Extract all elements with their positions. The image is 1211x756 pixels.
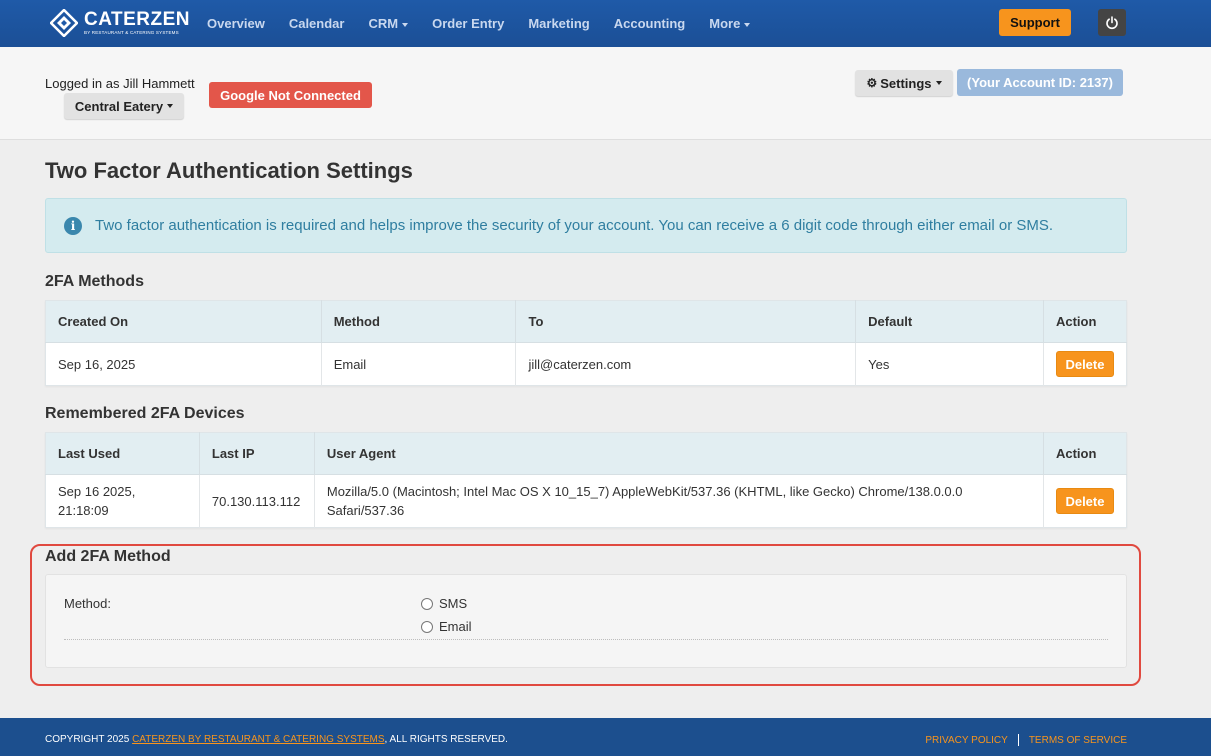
brand-subtitle: BY RESTAURANT & CATERING SYSTEMS [84,30,179,35]
sms-radio[interactable] [421,597,433,610]
nav-marketing[interactable]: Marketing [516,16,601,31]
column-header: Last IP [199,432,315,475]
power-icon [1106,15,1118,29]
logo-diamond-icon [50,9,78,37]
column-header: Default [855,300,1044,343]
nav-accounting-label: Accounting [613,16,686,31]
column-header: Action [1043,432,1127,475]
nav-calendar[interactable]: Calendar [277,16,357,31]
devices-table: Last Used Last IP User Agent Action Sep … [45,432,1127,528]
nav-overview-label: Overview [207,16,265,31]
footer-links: PRIVACY POLICY TERMS OF SERVICE [925,734,1127,746]
nav-more[interactable]: More [697,16,762,31]
column-header: Action [1043,300,1127,343]
company-link[interactable]: CATERZEN BY RESTAURANT & CATERING SYSTEM… [132,734,384,745]
gear-icon: ⚙ [866,76,878,90]
caret-down-icon [744,22,751,27]
top-navbar: CATERZEN BY RESTAURANT & CATERING SYSTEM… [0,0,1211,47]
column-header: To [515,300,857,343]
sms-label: SMS [439,596,468,611]
account-header: Logged in as Jill Hammett Central Eatery… [0,47,1211,140]
logout-button[interactable] [1098,9,1126,36]
table-row: Sep 16 2025, 21:18:09 70.130.113.112 Moz… [45,474,1127,528]
privacy-policy-link[interactable]: PRIVACY POLICY [925,735,1007,746]
copyright: COPYRIGHT 2025 CATERZEN BY RESTAURANT & … [45,734,508,745]
nav-calendar-label: Calendar [288,16,345,31]
restaurant-dropdown[interactable]: Central Eatery [64,93,184,119]
brand-name: CATERZEN [84,9,191,30]
default-cell: Yes [855,342,1044,386]
delete-method-button[interactable]: Delete [1055,351,1114,377]
delete-device-button[interactable]: Delete [1055,488,1114,514]
footer: COPYRIGHT 2025 CATERZEN BY RESTAURANT & … [0,718,1211,756]
table-header-row: Created On Method To Default Action [45,300,1127,343]
copyright-suffix: , ALL RIGHTS RESERVED. [384,734,508,745]
last-used-cell: Sep 16 2025, 21:18:09 [45,474,200,528]
add-method-title: Add 2FA Method [45,548,171,565]
nav-order-entry[interactable]: Order Entry [420,16,516,31]
column-header: User Agent [314,432,1044,475]
caret-down-icon [167,104,174,108]
settings-dropdown[interactable]: ⚙ Settings [855,70,953,96]
email-option[interactable]: Email [421,619,472,634]
sms-option[interactable]: SMS [421,596,467,611]
email-radio[interactable] [421,620,433,633]
google-connect-button[interactable]: Google Not Connected [209,82,372,108]
form-divider [64,639,1108,640]
nav-more-label: More [709,16,741,31]
main-nav: Overview Calendar CRM Order Entry Market… [195,0,762,47]
last-ip-cell: 70.130.113.112 [199,474,315,528]
table-row: Sep 16, 2025 Email jill@caterzen.com Yes… [45,342,1127,386]
action-cell: Delete [1043,475,1126,528]
column-header: Created On [45,300,322,343]
nav-accounting[interactable]: Accounting [602,16,698,31]
method-cell: Email [321,342,517,386]
nav-order-entry-label: Order Entry [432,16,505,31]
column-header: Last Used [45,432,200,475]
info-alert: i Two factor authentication is required … [45,198,1127,253]
method-label: Method: [64,596,111,611]
nav-crm[interactable]: CRM [356,16,420,31]
copyright-prefix: COPYRIGHT 2025 [45,734,133,745]
settings-label: Settings [880,75,932,91]
nav-overview[interactable]: Overview [195,16,277,31]
email-label: Email [439,619,472,634]
terms-of-service-link[interactable]: TERMS OF SERVICE [1029,735,1127,746]
to-cell: jill@caterzen.com [515,342,857,386]
info-icon: i [64,216,82,235]
methods-section-title: 2FA Methods [45,273,144,290]
user-agent-cell: Mozilla/5.0 (Macintosh; Intel Mac OS X 1… [314,474,1044,528]
page-title: Two Factor Authentication Settings [45,158,413,183]
info-alert-text: Two factor authentication is required an… [95,217,1054,234]
table-header-row: Last Used Last IP User Agent Action [45,432,1127,475]
restaurant-name: Central Eatery [74,98,164,114]
action-cell: Delete [1043,343,1126,386]
devices-section-title: Remembered 2FA Devices [45,405,245,422]
logged-in-text: Logged in as Jill Hammett [45,76,195,91]
methods-table: Created On Method To Default Action Sep … [45,300,1127,386]
nav-crm-label: CRM [368,16,399,31]
support-button[interactable]: Support [999,9,1071,36]
add-method-panel [45,574,1127,668]
column-header: Method [321,300,517,343]
account-id-badge: (Your Account ID: 2137) [957,69,1123,96]
caterzen-logo[interactable]: CATERZEN BY RESTAURANT & CATERING SYSTEM… [50,9,190,37]
nav-marketing-label: Marketing [528,16,590,31]
created-on-cell: Sep 16, 2025 [45,342,322,386]
caret-down-icon [935,81,942,85]
caret-down-icon [402,22,409,27]
footer-separator [1017,734,1019,746]
